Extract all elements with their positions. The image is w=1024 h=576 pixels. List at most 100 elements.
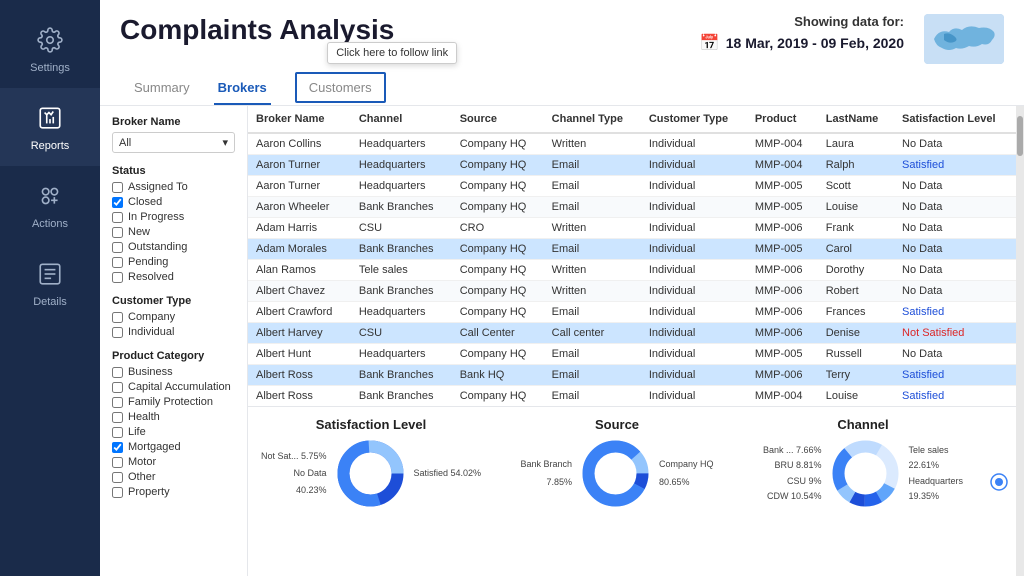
tab-bar: Summary Brokers Click here to follow lin… — [120, 72, 1004, 105]
sidebar-item-reports[interactable]: Reports — [0, 88, 100, 166]
showing-label: Showing data for: — [794, 14, 904, 29]
charts-row: Satisfaction Level Not Sat... 5.75% No D… — [248, 406, 1016, 551]
prod-other: Other — [112, 471, 235, 483]
gear-icon — [34, 24, 66, 56]
chart-satisfaction-title: Satisfaction Level — [316, 417, 427, 432]
tab-summary[interactable]: Summary — [130, 72, 194, 105]
table-row[interactable]: Alan RamosTele salesCompany HQWrittenInd… — [248, 260, 1016, 281]
chart-channel-title: Channel — [837, 417, 888, 432]
date-value: 18 Mar, 2019 - 09 Feb, 2020 — [726, 35, 904, 51]
prod-business: Business — [112, 366, 235, 378]
table-row[interactable]: Albert RossBank BranchesCompany HQEmailI… — [248, 386, 1016, 407]
scroll-thumb — [1017, 116, 1023, 156]
tab-brokers[interactable]: Brokers — [214, 72, 271, 105]
col-lastname: LastName — [818, 106, 894, 133]
satisfaction-donut-container: Not Sat... 5.75% No Data 40.23% Satisfie… — [261, 436, 481, 511]
chart-source-title: Source — [595, 417, 639, 432]
status-in-progress: In Progress — [112, 211, 235, 223]
table-header-row: Broker Name Channel Source Channel Type … — [248, 106, 1016, 133]
customer-type-title: Customer Type — [112, 295, 235, 307]
source-left-labels: Bank Branch 7.85% — [520, 456, 572, 490]
table-row[interactable]: Albert CrawfordHeadquartersCompany HQEma… — [248, 302, 1016, 323]
customer-type-filter: Customer Type Company Individual — [112, 295, 235, 338]
col-product: Product — [747, 106, 818, 133]
tooltip-box: Click here to follow link — [327, 42, 457, 64]
col-source: Source — [452, 106, 544, 133]
body-section: Broker Name All ▾ Status Assigned To Clo… — [100, 106, 1024, 576]
reports-icon — [34, 102, 66, 134]
col-satisfaction: Satisfaction Level — [894, 106, 1016, 133]
col-channel-type: Channel Type — [544, 106, 641, 133]
table-row[interactable]: Albert HuntHeadquartersCompany HQEmailIn… — [248, 344, 1016, 365]
chart-scroll-area — [986, 417, 1016, 547]
status-filter-title: Status — [112, 165, 235, 177]
map-thumbnail — [924, 14, 1004, 64]
broker-filter-title: Broker Name — [112, 116, 235, 128]
chart-icon — [989, 452, 1009, 512]
chart-satisfaction: Satisfaction Level Not Sat... 5.75% No D… — [248, 417, 494, 547]
date-display: 📅 18 Mar, 2019 - 09 Feb, 2020 — [700, 33, 904, 53]
prod-motor: Motor — [112, 456, 235, 468]
source-donut — [578, 436, 653, 511]
chart-source: Source Bank Branch 7.85% Company HQ — [494, 417, 740, 547]
vertical-scrollbar[interactable] — [1016, 106, 1024, 576]
sidebar-item-settings[interactable]: Settings — [0, 10, 100, 88]
prod-life: Life — [112, 426, 235, 438]
prod-property: Property — [112, 486, 235, 498]
source-donut-container: Bank Branch 7.85% Company HQ 80.65% — [520, 436, 713, 511]
channel-donut — [828, 436, 903, 511]
calendar-icon: 📅 — [700, 33, 720, 53]
col-channel: Channel — [351, 106, 452, 133]
status-outstanding: Outstanding — [112, 241, 235, 253]
table-row[interactable]: Albert RossBank BranchesBank HQEmailIndi… — [248, 365, 1016, 386]
filter-panel: Broker Name All ▾ Status Assigned To Clo… — [100, 106, 248, 576]
sidebar-settings-label: Settings — [30, 62, 70, 74]
source-right-labels: Company HQ 80.65% — [659, 456, 714, 490]
chevron-down-icon: ▾ — [222, 136, 228, 149]
date-range-section: Showing data for: 📅 18 Mar, 2019 - 09 Fe… — [700, 14, 904, 53]
table-body: Aaron CollinsHeadquartersCompany HQWritt… — [248, 133, 1016, 406]
satisfaction-right-labels: Satisfied 54.02% — [414, 465, 482, 482]
col-broker-name: Broker Name — [248, 106, 351, 133]
prod-capital: Capital Accumulation — [112, 381, 235, 393]
sidebar-item-actions[interactable]: Actions — [0, 166, 100, 244]
channel-donut-container: Bank ... 7.66% BRU 8.81% CSU 9% CDW 10.5… — [763, 436, 963, 511]
chart-channel: Channel Bank ... 7.66% BRU 8.81% CSU 9% … — [740, 417, 986, 547]
table-row[interactable]: Aaron TurnerHeadquartersCompany HQEmailI… — [248, 155, 1016, 176]
sidebar-reports-label: Reports — [31, 140, 70, 152]
satisfaction-donut — [333, 436, 408, 511]
broker-select[interactable]: All ▾ — [112, 132, 235, 153]
product-category-filter: Product Category Business Capital Accumu… — [112, 350, 235, 498]
actions-icon — [34, 180, 66, 212]
sidebar: Settings Reports Actions — [0, 0, 100, 576]
status-closed: Closed — [112, 196, 235, 208]
satisfaction-left-labels: Not Sat... 5.75% No Data 40.23% — [261, 448, 327, 499]
status-filter: Status Assigned To Closed In Progress Ne… — [112, 165, 235, 283]
status-new: New — [112, 226, 235, 238]
product-category-title: Product Category — [112, 350, 235, 362]
sidebar-actions-label: Actions — [32, 218, 68, 230]
sidebar-details-label: Details — [33, 296, 67, 308]
table-row[interactable]: Adam MoralesBank BranchesCompany HQEmail… — [248, 239, 1016, 260]
broker-filter: Broker Name All ▾ — [112, 116, 235, 153]
sidebar-item-details[interactable]: Details — [0, 244, 100, 322]
status-pending: Pending — [112, 256, 235, 268]
main-content: Complaints Analysis Showing data for: 📅 … — [100, 0, 1024, 576]
status-resolved: Resolved — [112, 271, 235, 283]
prod-health: Health — [112, 411, 235, 423]
table-row[interactable]: Aaron TurnerHeadquartersCompany HQEmailI… — [248, 176, 1016, 197]
table-row[interactable]: Albert HarveyCSUCall CenterCall centerIn… — [248, 323, 1016, 344]
tab-customers[interactable]: Click here to follow link Customers — [291, 72, 390, 105]
table-row[interactable]: Aaron WheelerBank BranchesCompany HQEmai… — [248, 197, 1016, 218]
table-row[interactable]: Adam HarrisCSUCROWrittenIndividualMMP-00… — [248, 218, 1016, 239]
page-header: Complaints Analysis Showing data for: 📅 … — [100, 0, 1024, 106]
data-table-scroll[interactable]: Broker Name Channel Source Channel Type … — [248, 106, 1016, 406]
prod-mortgaged: Mortgaged — [112, 441, 235, 453]
col-customer-type: Customer Type — [641, 106, 747, 133]
ctype-company: Company — [112, 311, 235, 323]
table-row[interactable]: Albert ChavezBank BranchesCompany HQWrit… — [248, 281, 1016, 302]
ctype-individual: Individual — [112, 326, 235, 338]
table-area: Broker Name Channel Source Channel Type … — [248, 106, 1016, 576]
prod-family: Family Protection — [112, 396, 235, 408]
table-row[interactable]: Aaron CollinsHeadquartersCompany HQWritt… — [248, 133, 1016, 155]
